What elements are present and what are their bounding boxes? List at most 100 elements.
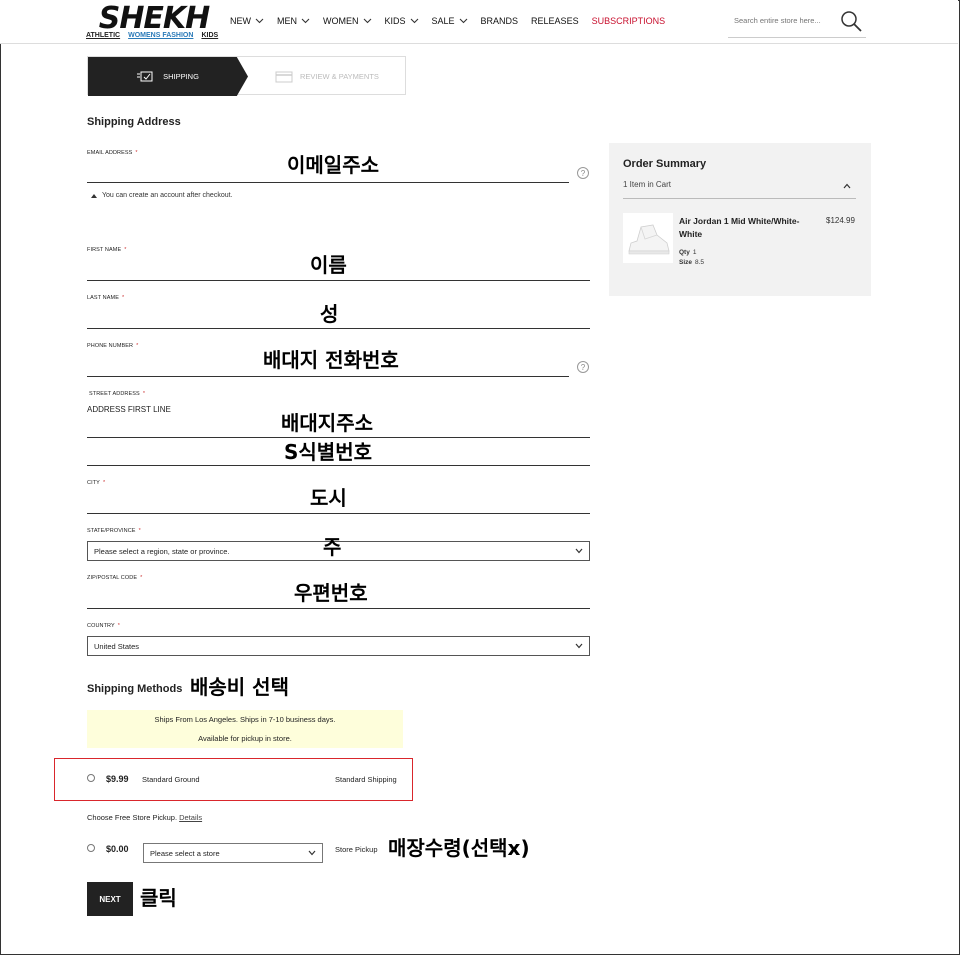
nav-item-women[interactable]: WOMEN: [323, 16, 372, 26]
shipping-info-banner: Ships From Los Angeles. Ships in 7-10 bu…: [87, 710, 403, 748]
chevron-up-icon[interactable]: [843, 183, 851, 189]
order-summary-title: Order Summary: [623, 158, 707, 170]
chevron-down-icon: [459, 18, 467, 24]
triangle-up-icon: [91, 193, 97, 198]
street-line1-field[interactable]: [87, 437, 590, 438]
sublink-kids[interactable]: KIDS: [201, 32, 218, 39]
card-icon: [275, 71, 293, 82]
nav-item-label: NEW: [230, 16, 251, 26]
help-icon[interactable]: ?: [577, 361, 589, 373]
truck-icon: [137, 71, 153, 81]
help-icon[interactable]: ?: [577, 167, 589, 179]
nav-item-new[interactable]: NEW: [230, 16, 264, 26]
nav-item-label: WOMEN: [323, 16, 359, 26]
chevron-down-icon: [410, 18, 418, 24]
first-name-label: FIRST NAME *: [87, 247, 127, 253]
chevron-down-icon: [255, 18, 264, 24]
store-select-value: Please select a store: [150, 848, 220, 858]
annotation-state: 주: [323, 535, 342, 559]
nav-item-brands[interactable]: BRANDS: [481, 16, 519, 26]
standard-method-name: Standard Ground: [142, 775, 200, 784]
annotation-first-name: 이름: [310, 253, 347, 277]
shipping-methods-title: Shipping Methods: [87, 683, 183, 695]
city-field[interactable]: [87, 513, 590, 514]
zip-field[interactable]: [87, 608, 590, 609]
annotation-pickup: 매장수령(선택x): [388, 836, 530, 860]
search-icon[interactable]: [840, 10, 862, 32]
chevron-down-icon: [575, 548, 583, 554]
street-line2-field[interactable]: [87, 465, 590, 466]
product-price: $124.99: [826, 216, 855, 225]
country-select[interactable]: United States: [87, 636, 590, 656]
zip-label: ZIP/POSTAL CODE *: [87, 575, 143, 581]
store-select[interactable]: Please select a store: [143, 843, 323, 863]
annotation-next: 클릭: [140, 886, 177, 910]
logo[interactable]: SHEKH: [96, 3, 212, 31]
shipping-radio-pickup[interactable]: [87, 844, 95, 852]
last-name-label: LAST NAME *: [87, 295, 125, 301]
site-header: SHEKH ATHLETIC WOMENS FASHION KIDS NEW ME…: [0, 0, 958, 44]
shipping-radio-standard[interactable]: [87, 774, 95, 782]
nav-item-label: KIDS: [384, 16, 406, 26]
nav-item-subscriptions[interactable]: SUBSCRIPTIONS: [592, 16, 666, 26]
annotation-shipping: 배송비 선택: [190, 675, 289, 699]
nav-item-label: MEN: [277, 16, 297, 26]
step-shipping[interactable]: SHIPPING: [88, 57, 248, 96]
search-bar: [728, 8, 866, 38]
email-label: EMAIL ADDRESS *: [87, 150, 138, 156]
state-label: STATE/PROVINCE *: [87, 528, 141, 534]
step-review-label: REVIEW & PAYMENTS: [300, 72, 379, 81]
cart-count[interactable]: 1 Item in Cart: [623, 180, 671, 189]
nav-item-sale[interactable]: SALE: [432, 16, 468, 26]
phone-field[interactable]: [87, 376, 569, 377]
product-qty: Qty 1: [679, 249, 697, 256]
sublink-womens-fashion[interactable]: WOMENS FASHION: [128, 32, 193, 39]
nav-item-label: BRANDS: [480, 16, 519, 26]
city-label: CITY *: [87, 480, 106, 486]
state-select-value: Please select a region, state or provinc…: [94, 546, 230, 556]
annotation-street2: S식별번호: [284, 440, 373, 464]
shipping-info-line2: Available for pickup in store.: [198, 734, 292, 743]
street-label: STREET ADDRESS *: [89, 391, 146, 397]
shipping-address-title: Shipping Address: [87, 116, 181, 128]
annotation-phone: 배대지 전화번호: [263, 348, 399, 372]
summary-divider: [623, 198, 856, 199]
order-summary: Order Summary 1 Item in Cart Air Jordan …: [609, 143, 871, 296]
main-nav: NEW MEN WOMEN KIDS SALE BRANDS RELEASES SUBSCRI…: [230, 16, 665, 26]
nav-item-label: SALE: [431, 16, 455, 26]
sublink-athletic[interactable]: ATHLETIC: [86, 32, 120, 39]
pickup-details-link[interactable]: Details: [179, 813, 202, 822]
next-button[interactable]: NEXT: [87, 882, 133, 916]
annotation-email: 이메일주소: [287, 153, 379, 177]
product-image: [623, 213, 673, 263]
nav-item-label: SUBSCRIPTIONS: [591, 16, 666, 26]
chevron-down-icon: [301, 18, 310, 24]
phone-label: PHONE NUMBER *: [87, 343, 139, 349]
chevron-down-icon: [363, 18, 371, 24]
logo-sub-links: ATHLETIC WOMENS FASHION KIDS: [86, 32, 218, 39]
email-field[interactable]: [87, 182, 569, 183]
country-select-value: United States: [94, 641, 140, 651]
annotation-street1: 배대지주소: [281, 411, 373, 435]
nav-item-releases[interactable]: RELEASES: [531, 16, 579, 26]
nav-item-men[interactable]: MEN: [277, 16, 310, 26]
product-name[interactable]: Air Jordan 1 Mid White/White-White: [679, 215, 819, 241]
annotation-city: 도시: [310, 486, 347, 510]
first-name-field[interactable]: [87, 280, 590, 281]
email-note: You can create an account after checkout…: [91, 192, 233, 199]
last-name-field[interactable]: [87, 328, 590, 329]
nav-item-kids[interactable]: KIDS: [385, 16, 419, 26]
step-review-payments[interactable]: REVIEW & PAYMENTS: [266, 57, 406, 96]
step-shipping-label: SHIPPING: [163, 72, 199, 81]
country-label: COUNTRY *: [87, 623, 121, 629]
chevron-down-icon: [308, 850, 316, 856]
checkout-steps: SHIPPING REVIEW & PAYMENTS: [87, 56, 406, 96]
standard-carrier: Standard Shipping: [335, 775, 397, 784]
pickup-carrier: Store Pickup: [335, 845, 378, 854]
pickup-text: Choose Free Store Pickup. Details: [87, 813, 203, 822]
pickup-price: $0.00: [106, 844, 129, 854]
search-input[interactable]: [734, 16, 834, 25]
chevron-down-icon: [575, 643, 583, 649]
annotation-last-name: 성: [320, 302, 339, 326]
street-line1-placeholder: ADDRESS FIRST LINE: [87, 405, 171, 414]
